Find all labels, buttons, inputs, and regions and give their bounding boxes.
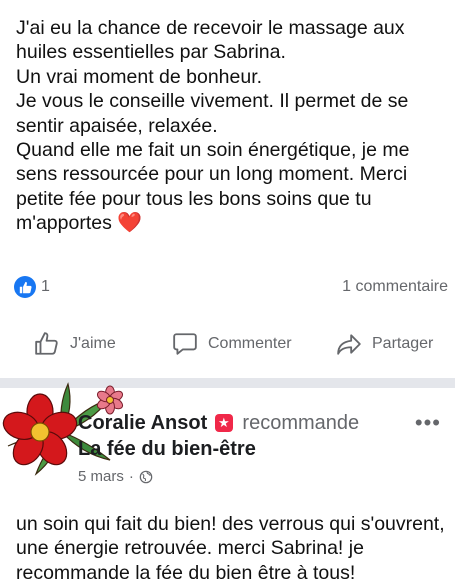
share-button-label: Partager	[372, 335, 434, 352]
post-date[interactable]: 5 mars	[78, 468, 124, 485]
post-line-4: Quand elle me fait un soin énergétique, …	[16, 138, 446, 236]
reactions-bar: 1 1 commentaire	[14, 276, 448, 300]
review-header: Coralie Ansot ★ recommande	[78, 412, 359, 435]
thumbs-up-outline-icon	[35, 332, 58, 355]
like-button[interactable]: J'aime	[34, 326, 116, 362]
share-button[interactable]: Partager	[336, 326, 433, 362]
author-name[interactable]: Coralie Ansot	[78, 412, 207, 434]
globe-icon	[139, 470, 153, 483]
page-name-link[interactable]: La fée du bien-être	[78, 438, 256, 461]
comment-count[interactable]: 1 commentaire	[342, 278, 448, 296]
review-post: Coralie Ansot ★ recommande ••• La fée du…	[0, 382, 455, 584]
post-line-4-text: Quand elle me fait un soin énergétique, …	[16, 139, 410, 235]
star-badge-icon: ★	[214, 414, 233, 432]
share-arrow-icon	[337, 334, 361, 355]
post-line-3: Je vous le conseille vivement. Il permet…	[16, 90, 409, 137]
post-line-1: J'ai eu la chance de recevoir le massage…	[16, 17, 405, 64]
review-meta: 5 mars ·	[78, 468, 153, 485]
review-text: un soin qui fait du bien! des verrous qu…	[16, 513, 445, 584]
meta-dot: ·	[128, 468, 134, 485]
like-button-label: J'aime	[70, 335, 116, 352]
comment-button[interactable]: Commenter	[172, 326, 292, 362]
like-count[interactable]: 1	[41, 278, 50, 296]
thumbs-up-icon[interactable]	[14, 276, 36, 298]
heart-icon: ❤️	[117, 212, 143, 235]
comment-button-label: Commenter	[208, 335, 292, 352]
post-text: J'ai eu la chance de recevoir le massage…	[16, 16, 446, 236]
post-line-2: Un vrai moment de bonheur.	[16, 65, 263, 88]
action-bar: J'aime Commenter Partager	[0, 326, 455, 362]
recommends-label: recommande	[242, 412, 360, 434]
speech-bubble-icon	[173, 333, 197, 355]
more-options-button[interactable]: •••	[415, 410, 441, 436]
